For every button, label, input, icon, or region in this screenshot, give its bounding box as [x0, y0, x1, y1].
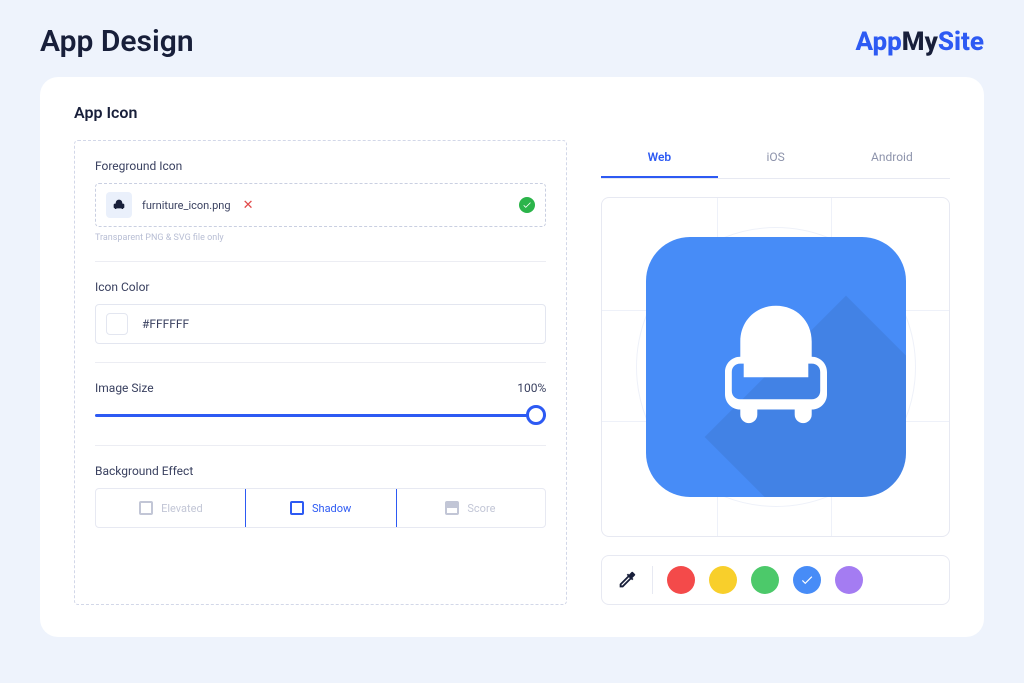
app-icon-tile: [646, 237, 906, 497]
color-palette: [601, 555, 950, 605]
image-size-slider[interactable]: [95, 403, 546, 427]
elevated-icon: [139, 501, 153, 515]
icon-color-label: Icon Color: [95, 280, 546, 294]
brand-part-site: Site: [938, 27, 984, 57]
page-title: App Design: [40, 24, 194, 59]
brand-part-app: App: [855, 27, 901, 57]
swatch-blue[interactable]: [793, 566, 821, 594]
armchair-icon: [111, 197, 127, 213]
foreground-label: Foreground Icon: [95, 159, 546, 173]
section-title: App Icon: [74, 103, 950, 122]
check-icon: [800, 573, 814, 587]
brand-logo: AppMySite: [855, 27, 984, 57]
slider-thumb[interactable]: [526, 405, 546, 425]
remove-file-button[interactable]: ✕: [243, 198, 254, 213]
color-swatch-preview: [106, 313, 128, 335]
color-input[interactable]: #FFFFFF: [95, 304, 546, 344]
swatch-red[interactable]: [667, 566, 695, 594]
tab-web[interactable]: Web: [601, 140, 717, 178]
tab-ios[interactable]: iOS: [718, 140, 834, 178]
swatch-yellow[interactable]: [709, 566, 737, 594]
effect-score-label: Score: [467, 502, 495, 515]
eyedropper-icon[interactable]: [616, 569, 638, 591]
upload-hint: Transparent PNG & SVG file only: [95, 233, 546, 243]
preview-tabs: Web iOS Android: [601, 140, 950, 179]
app-icon-card: App Icon Foreground Icon furniture_icon.…: [40, 77, 984, 637]
swatch-purple[interactable]: [835, 566, 863, 594]
tab-android[interactable]: Android: [834, 140, 950, 178]
effect-shadow-label: Shadow: [312, 502, 351, 515]
brand-part-my: My: [902, 27, 938, 57]
effect-shadow[interactable]: Shadow: [245, 488, 397, 528]
background-effect-label: Background Effect: [95, 464, 546, 478]
shadow-icon: [290, 501, 304, 515]
background-effect-group: Elevated Shadow Score: [95, 488, 546, 528]
score-icon: [445, 501, 459, 515]
image-size-label: Image Size: [95, 381, 154, 395]
color-hex-value: #FFFFFF: [142, 317, 189, 331]
preview-panel: Web iOS Android: [601, 140, 950, 605]
upload-thumbnail: [106, 192, 132, 218]
image-size-value: 100%: [517, 381, 546, 395]
upload-filename: furniture_icon.png: [142, 199, 231, 212]
icon-preview: [601, 197, 950, 537]
settings-panel: Foreground Icon furniture_icon.png ✕ Tra…: [74, 140, 567, 605]
armchair-icon: [691, 282, 861, 452]
upload-success-icon: [519, 197, 535, 213]
effect-elevated[interactable]: Elevated: [96, 489, 246, 527]
upload-field[interactable]: furniture_icon.png ✕: [95, 183, 546, 227]
effect-elevated-label: Elevated: [161, 502, 203, 515]
effect-score[interactable]: Score: [396, 489, 546, 527]
swatch-green[interactable]: [751, 566, 779, 594]
